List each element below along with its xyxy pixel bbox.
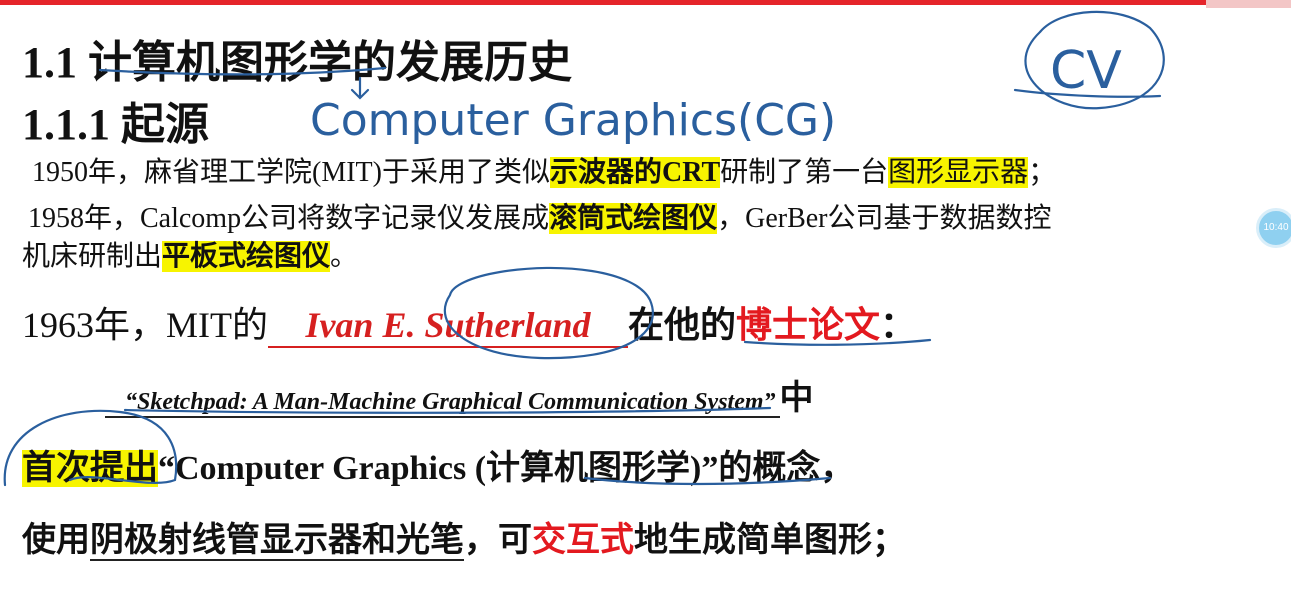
highlight-crt: 示波器的CRT — [549, 157, 721, 188]
section-title: 1.1 计算机图形学的发展历史 — [22, 38, 572, 87]
floating-clock-badge[interactable]: 10:40 — [1256, 208, 1291, 248]
thesis-title: “Sketchpad: A Man-Machine Graphical Comm… — [105, 389, 780, 418]
thesis-title-line: “Sketchpad: A Man-Machine Graphical Comm… — [105, 370, 814, 419]
ink-cv-circle — [1024, 10, 1165, 110]
highlight-flatbed-plotter: 平板式绘图仪 — [162, 241, 331, 272]
ink-cv-text: CV — [1050, 41, 1122, 101]
paragraph-1950: 1950年，麻省理工学院(MIT)于采用了类似示波器的CRT研制了第一台图形显示… — [32, 157, 1057, 188]
paragraph-concept: 首次提出“Computer Graphics (计算机图形学)”的概念， — [22, 450, 855, 487]
interactive-label: 交互式 — [532, 522, 634, 559]
highlight-display: 图形显示器 — [888, 157, 1029, 188]
subsection-title: 1.1.1 起源 — [22, 100, 209, 149]
phd-thesis-label: 博士论文 — [736, 305, 881, 345]
highlight-drum-plotter: 滚筒式绘图仪 — [549, 203, 718, 234]
paragraph-1963: 1963年，MIT的 Ivan E. Sutherland 在他的博士论文： — [22, 296, 916, 348]
person-name: Ivan E. Sutherland — [268, 304, 628, 348]
paragraph-crt-lightpen: 使用阴极射线管显示器和光笔，可交互式地生成简单图形； — [22, 522, 906, 561]
paragraph-1958-cont: 机床研制出平板式绘图仪。 — [22, 241, 359, 272]
ink-cv-underline — [1013, 88, 1162, 98]
top-accent-bar — [0, 0, 1291, 5]
corner-mark — [1206, 0, 1291, 8]
underlined-crt-lightpen: 阴极射线管显示器和光笔 — [90, 522, 464, 561]
paragraph-1958: 1958年，Calcomp公司将数字记录仪发展成滚筒式绘图仪，GerBer公司基… — [28, 203, 1052, 234]
ink-cg-text: Computer Graphics(CG) — [310, 95, 836, 146]
highlight-first-proposed: 首次提出 — [22, 450, 158, 487]
